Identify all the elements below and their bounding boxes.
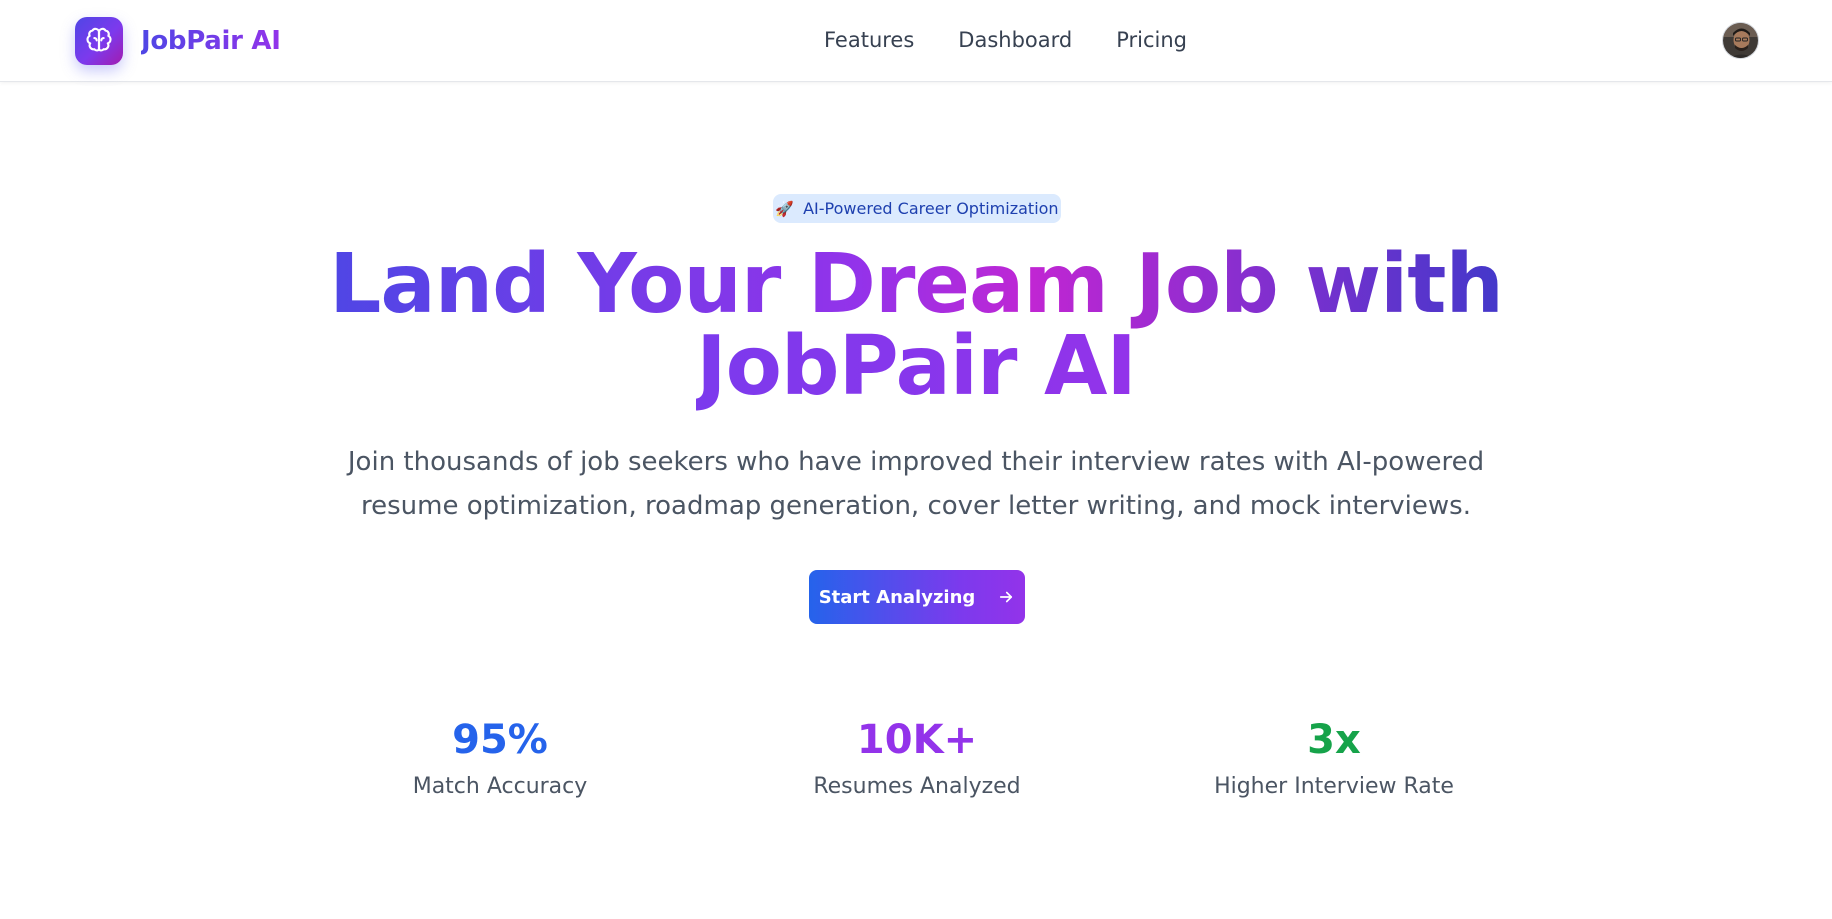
stat-value: 3x bbox=[1307, 717, 1361, 763]
brand-name: JobPair AI bbox=[141, 26, 281, 56]
headline-line-2: JobPair AI bbox=[696, 319, 1137, 414]
hero-headline: Land Your Dream Job with JobPair AI bbox=[0, 244, 1832, 408]
cta-label: Start Analyzing bbox=[818, 586, 976, 608]
main-nav: Features Dashboard Pricing bbox=[824, 28, 1231, 52]
nav-link-dashboard[interactable]: Dashboard bbox=[958, 28, 1072, 52]
stat-label: Higher Interview Rate bbox=[1214, 774, 1454, 799]
stat-resumes-analyzed: 10K+ Resumes Analyzed bbox=[757, 716, 1077, 799]
user-avatar[interactable] bbox=[1722, 22, 1759, 59]
stat-value: 95% bbox=[452, 717, 548, 763]
rocket-icon: 🚀 bbox=[775, 199, 795, 218]
brand[interactable]: JobPair AI bbox=[75, 17, 281, 65]
stat-label: Match Accuracy bbox=[412, 774, 588, 799]
hero-badge: 🚀 AI-Powered Career Optimization bbox=[773, 194, 1061, 223]
stat-match-accuracy: 95% Match Accuracy bbox=[340, 716, 660, 799]
nav-link-features[interactable]: Features bbox=[824, 28, 914, 52]
stat-interview-rate: 3x Higher Interview Rate bbox=[1174, 716, 1494, 799]
headline-line-1: Land Your Dream Job with bbox=[329, 237, 1504, 332]
stat-value: 10K+ bbox=[856, 717, 978, 763]
badge-text: AI-Powered Career Optimization bbox=[803, 199, 1059, 218]
brain-icon bbox=[75, 17, 123, 65]
hero-subtitle: Join thousands of job seekers who have i… bbox=[347, 447, 1485, 521]
nav-link-pricing[interactable]: Pricing bbox=[1116, 28, 1187, 52]
top-navbar: JobPair AI Features Dashboard Pricing bbox=[0, 0, 1832, 82]
start-analyzing-button[interactable]: Start Analyzing bbox=[809, 570, 1025, 624]
stat-label: Resumes Analyzed bbox=[813, 774, 1021, 799]
arrow-right-icon bbox=[997, 588, 1015, 606]
